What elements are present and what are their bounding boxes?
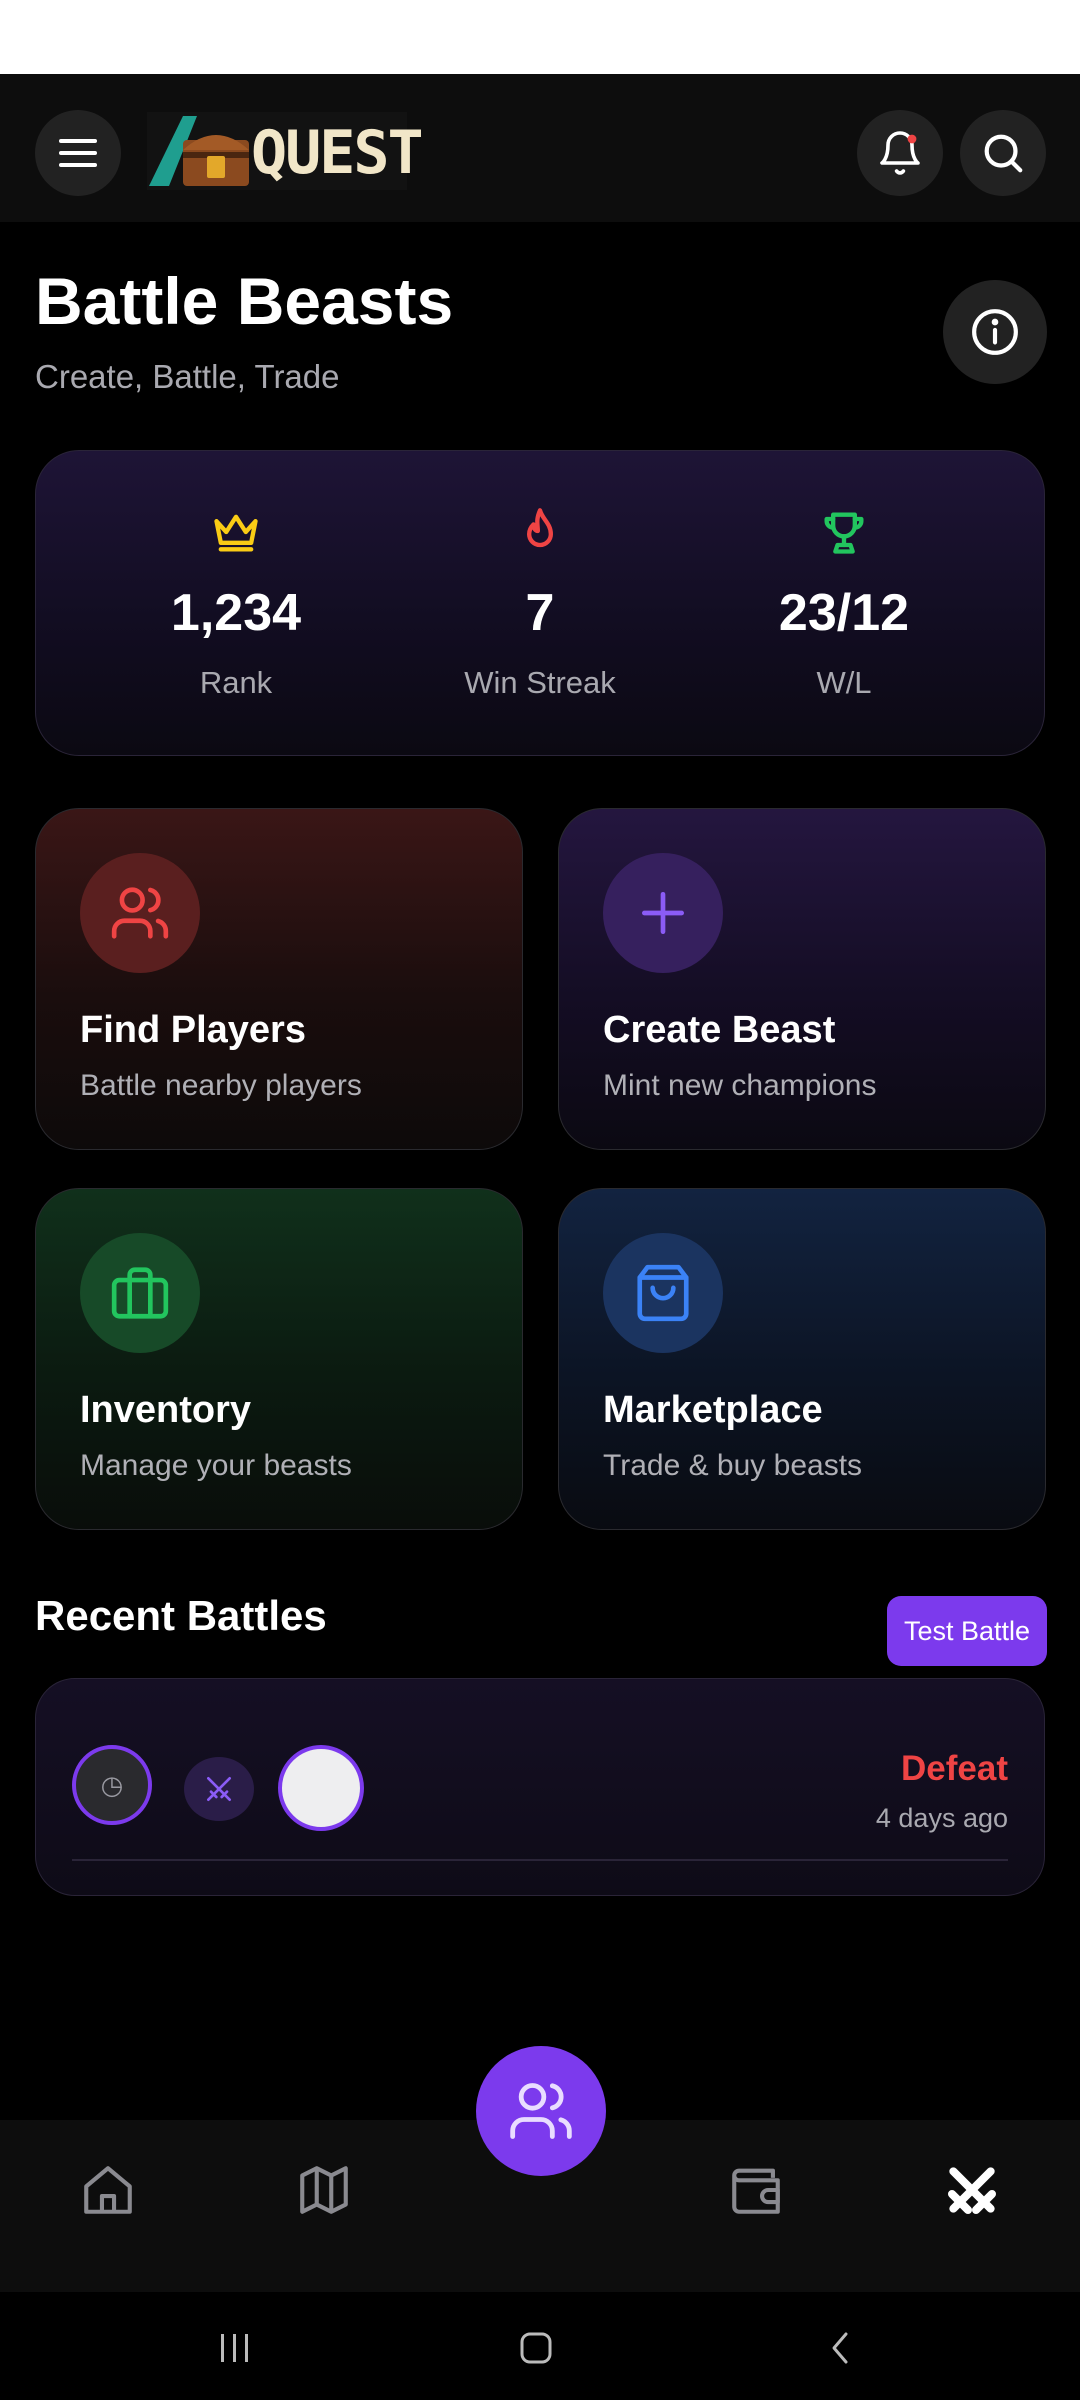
player-avatar: ◷ bbox=[72, 1745, 152, 1825]
stat-value: 23/12 bbox=[778, 584, 910, 642]
home-icon bbox=[84, 2166, 132, 2214]
nav-home[interactable] bbox=[48, 2120, 168, 2260]
find-players-icon-bg bbox=[80, 853, 200, 973]
notifications-button[interactable] bbox=[857, 110, 943, 196]
briefcase-icon bbox=[111, 1267, 169, 1319]
card-title: Create Beast bbox=[603, 1009, 836, 1051]
info-icon bbox=[972, 309, 1018, 355]
home-system-icon bbox=[520, 2332, 552, 2364]
shopping-bag-icon bbox=[637, 1264, 689, 1322]
users-icon bbox=[510, 2083, 572, 2139]
player-stats-card: 1,234 Rank 7 Win Streak 23/12 W/L bbox=[35, 450, 1045, 756]
recent-apps-icon bbox=[221, 2334, 248, 2362]
page-title: Battle Beasts bbox=[35, 264, 454, 338]
stat-value: 7 bbox=[525, 584, 555, 642]
inventory-icon-bg bbox=[80, 1233, 200, 1353]
page-subtitle: Create, Battle, Trade bbox=[35, 358, 340, 395]
stat-label: Rank bbox=[199, 665, 273, 700]
plus-icon bbox=[642, 892, 684, 934]
create-beast-icon-bg bbox=[603, 853, 723, 973]
create-beast-card[interactable]: Create Beast Mint new champions bbox=[558, 808, 1046, 1150]
system-navigation-bar bbox=[0, 2292, 1080, 2400]
swords-icon bbox=[948, 2167, 996, 2214]
nav-map[interactable] bbox=[264, 2120, 384, 2260]
swords-icon bbox=[207, 1777, 231, 1801]
card-subtitle: Mint new champions bbox=[603, 1069, 877, 1102]
logo-text: QUEST bbox=[251, 118, 424, 188]
wallet-icon bbox=[732, 2168, 780, 2214]
battle-item[interactable]: ◷ Defeat 4 days ago bbox=[35, 1678, 1045, 1896]
nav-battle[interactable] bbox=[912, 2120, 1032, 2260]
search-button[interactable] bbox=[960, 110, 1046, 196]
nav-wallet[interactable] bbox=[696, 2120, 816, 2260]
card-title: Find Players bbox=[80, 1009, 306, 1051]
menu-button[interactable] bbox=[35, 110, 121, 196]
search-icon bbox=[984, 134, 1023, 173]
flame-icon bbox=[527, 508, 553, 548]
marketplace-icon-bg bbox=[603, 1233, 723, 1353]
versus-badge bbox=[184, 1757, 254, 1821]
treasure-chest-icon bbox=[149, 116, 249, 186]
card-title: Marketplace bbox=[603, 1389, 823, 1431]
status-bar bbox=[0, 0, 1080, 74]
card-subtitle: Battle nearby players bbox=[80, 1069, 362, 1102]
battle-result: Defeat bbox=[901, 1749, 1008, 1788]
card-subtitle: Manage your beasts bbox=[80, 1449, 352, 1482]
stat-win-streak: 7 Win Streak bbox=[390, 451, 690, 755]
app-logo: QUEST bbox=[147, 112, 424, 190]
home-system-button[interactable] bbox=[496, 2318, 576, 2378]
battle-time: 4 days ago bbox=[875, 1803, 1008, 1833]
card-subtitle: Trade & buy beasts bbox=[603, 1449, 863, 1482]
stat-rank: 1,234 Rank bbox=[86, 451, 386, 755]
users-icon bbox=[111, 887, 169, 939]
stat-label: Win Streak bbox=[464, 665, 616, 700]
bell-icon bbox=[880, 131, 920, 175]
stat-value: 1,234 bbox=[170, 584, 302, 642]
test-battle-button[interactable]: Test Battle bbox=[887, 1596, 1047, 1666]
back-button[interactable] bbox=[800, 2318, 880, 2378]
back-icon bbox=[832, 2332, 848, 2364]
stat-win-loss: 23/12 W/L bbox=[694, 451, 994, 755]
menu-icon bbox=[59, 139, 97, 167]
card-title: Inventory bbox=[80, 1389, 252, 1431]
opponent-avatar bbox=[278, 1745, 364, 1831]
recent-battles-title: Recent Battles bbox=[35, 1592, 327, 1639]
marketplace-card[interactable]: Marketplace Trade & buy beasts bbox=[558, 1188, 1046, 1530]
players-fab-button[interactable] bbox=[476, 2046, 606, 2176]
map-icon bbox=[300, 2166, 348, 2214]
crown-icon bbox=[214, 514, 258, 552]
stat-label: W/L bbox=[816, 665, 872, 700]
info-button[interactable] bbox=[943, 280, 1047, 384]
trophy-icon bbox=[824, 512, 864, 554]
find-players-card[interactable]: Find Players Battle nearby players bbox=[35, 808, 523, 1150]
recent-apps-button[interactable] bbox=[195, 2318, 275, 2378]
divider bbox=[72, 1859, 1008, 1861]
inventory-card[interactable]: Inventory Manage your beasts bbox=[35, 1188, 523, 1530]
